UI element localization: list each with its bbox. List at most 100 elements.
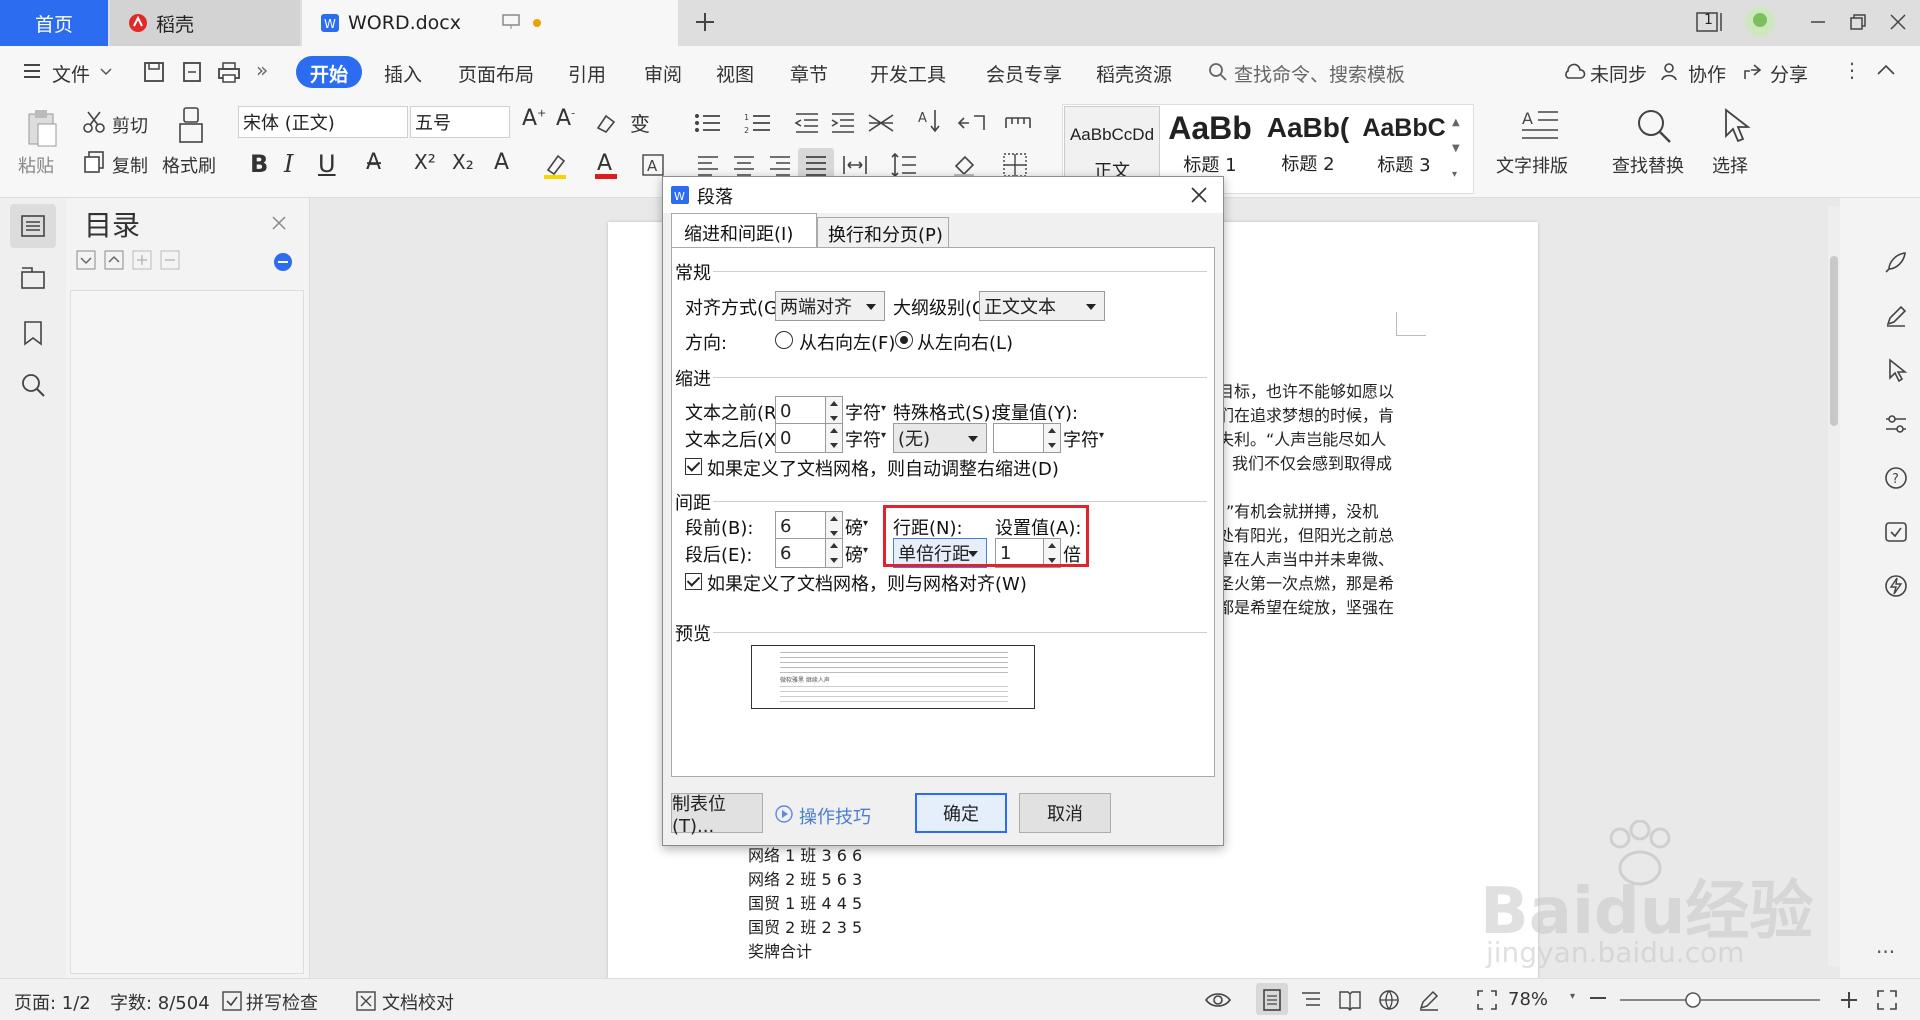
table-toolbar-icon[interactable] xyxy=(1004,112,1032,134)
tab-home[interactable]: 首页 xyxy=(0,0,108,46)
zoom-slider[interactable] xyxy=(1620,999,1820,1001)
grid-align-label[interactable]: 如果定义了文档网格，则与网格对齐(W) xyxy=(707,570,1027,596)
web-view-icon[interactable] xyxy=(1378,989,1400,1011)
after-text-spinner[interactable] xyxy=(825,423,843,453)
more-icon[interactable]: » xyxy=(256,58,268,82)
ltr-label[interactable]: 从左向右(L) xyxy=(917,329,1013,355)
space-after-input[interactable]: 6 xyxy=(775,538,827,568)
font-family-select[interactable]: 宋体 (正文) xyxy=(238,106,408,138)
collaborate-button[interactable]: 协作 xyxy=(1688,60,1726,87)
menu-insert[interactable]: 插入 xyxy=(384,60,422,87)
menu-member[interactable]: 会员专享 xyxy=(986,60,1062,87)
paste-icon[interactable] xyxy=(24,108,58,148)
sort-icon[interactable]: A xyxy=(918,108,942,134)
menu-reference[interactable]: 引用 xyxy=(568,60,606,87)
help-icon[interactable]: ? xyxy=(1884,466,1908,490)
avatar[interactable] xyxy=(1744,6,1776,38)
format-painter-icon[interactable] xyxy=(176,106,206,146)
menu-view[interactable]: 视图 xyxy=(716,60,754,87)
after-text-unit[interactable]: 字符 xyxy=(845,426,881,452)
shading-icon[interactable] xyxy=(952,152,980,178)
unit-dropdown-icon[interactable]: ▾ xyxy=(863,518,868,529)
format-painter-label[interactable]: 格式刷 xyxy=(162,152,216,178)
collapse-icon[interactable] xyxy=(104,250,124,270)
export-pdf-icon[interactable] xyxy=(180,60,204,84)
restore-icon[interactable] xyxy=(1848,12,1868,32)
before-text-unit[interactable]: 字符 xyxy=(845,399,881,425)
after-text-input[interactable]: 0 xyxy=(775,423,827,453)
vertical-scrollbar[interactable] xyxy=(1828,206,1840,966)
measure-spinner[interactable] xyxy=(1043,423,1061,453)
strikethrough-icon[interactable]: A̶ xyxy=(366,150,381,175)
find-replace-button[interactable]: 查找替换 xyxy=(1612,152,1684,178)
space-before-input[interactable]: 6 xyxy=(775,511,827,541)
shrink-font-icon[interactable]: A- xyxy=(556,106,575,131)
fit-page-icon[interactable] xyxy=(1476,989,1498,1011)
sliders-icon[interactable] xyxy=(1884,412,1908,436)
space-before-unit[interactable]: 磅 xyxy=(845,514,863,540)
zoom-in-icon[interactable] xyxy=(1840,991,1858,1009)
cancel-button[interactable]: 取消 xyxy=(1019,793,1111,833)
zoom-dropdown-icon[interactable]: ▾ xyxy=(1570,991,1575,1002)
paste-label[interactable]: 粘贴 xyxy=(18,152,54,178)
page-indicator[interactable]: 页面: 1/2 xyxy=(14,989,91,1015)
tab-line-page-break[interactable]: 换行和分页(P) xyxy=(817,217,949,247)
subscript-icon[interactable]: X₂ xyxy=(452,150,474,174)
bold-button[interactable]: B xyxy=(250,150,268,178)
superscript-icon[interactable]: X² xyxy=(414,150,436,174)
new-tab-icon[interactable] xyxy=(693,10,717,34)
cut-label[interactable]: 剪切 xyxy=(112,112,148,138)
menu-home[interactable]: 开始 xyxy=(310,60,348,87)
italic-button[interactable]: I xyxy=(284,150,293,178)
outline-level-select[interactable]: 正文文本 xyxy=(979,291,1105,321)
rtl-label[interactable]: 从右向左(F) xyxy=(799,329,895,355)
tab-daoke[interactable]: 稻壳 xyxy=(110,0,300,46)
font-color-icon[interactable]: A xyxy=(594,150,618,180)
review-icon[interactable] xyxy=(1884,520,1908,544)
scrollbar-thumb[interactable] xyxy=(1830,256,1838,426)
unit-dropdown-icon[interactable]: ▾ xyxy=(881,403,886,414)
styles-scroll-icon[interactable]: ▲ ▼ ▾ xyxy=(1452,110,1460,188)
chinese-layout-icon[interactable] xyxy=(866,112,896,134)
align-left-icon[interactable] xyxy=(696,154,720,176)
increase-indent-icon[interactable] xyxy=(830,112,856,134)
select-icon[interactable] xyxy=(1722,108,1752,144)
highlight-icon[interactable] xyxy=(542,152,568,180)
navigation-icon[interactable] xyxy=(20,266,46,290)
remove-heading-icon[interactable] xyxy=(160,250,180,270)
write-mode-icon[interactable] xyxy=(1418,989,1440,1011)
pinyin-icon[interactable]: 变 xyxy=(630,108,650,137)
menu-file[interactable]: 文件 xyxy=(52,60,90,87)
menu-daoke-resources[interactable]: 稻壳资源 xyxy=(1096,60,1172,87)
auto-indent-label[interactable]: 如果定义了文档网格，则自动调整右缩进(D) xyxy=(707,455,1059,481)
tabs-button[interactable]: 制表位(T)... xyxy=(671,793,763,837)
zoom-slider-handle[interactable] xyxy=(1684,991,1702,1009)
clear-format-icon[interactable] xyxy=(594,112,618,134)
before-text-spinner[interactable] xyxy=(825,396,843,426)
space-before-spinner[interactable] xyxy=(825,511,843,541)
spell-check-button[interactable]: 拼写检查 xyxy=(246,989,318,1015)
monitor-icon[interactable] xyxy=(502,14,520,30)
add-heading-icon[interactable] xyxy=(132,250,152,270)
save-icon[interactable] xyxy=(142,60,166,84)
print-icon[interactable] xyxy=(216,60,242,84)
unit-dropdown-icon[interactable]: ▾ xyxy=(881,430,886,441)
sync-status[interactable]: 未同步 xyxy=(1590,60,1647,87)
more-options-icon[interactable]: ⋮ xyxy=(1842,58,1862,82)
chevron-down-icon[interactable] xyxy=(100,68,112,76)
line-spacing-icon[interactable] xyxy=(890,152,918,178)
decrease-indent-icon[interactable] xyxy=(794,112,820,134)
style-heading-2[interactable]: AaBb( 标题 2 xyxy=(1260,106,1356,192)
align-center-icon[interactable] xyxy=(732,154,756,176)
grid-align-checkbox[interactable] xyxy=(685,573,702,590)
underline-button[interactable]: U xyxy=(318,150,336,178)
proofread-button[interactable]: 文档校对 xyxy=(382,989,454,1015)
fullscreen-icon[interactable] xyxy=(1876,989,1898,1011)
align-select[interactable]: 两端对齐 xyxy=(775,291,885,321)
pen-icon[interactable] xyxy=(1884,304,1908,328)
tips-link[interactable]: 操作技巧 xyxy=(799,803,871,829)
char-border-icon[interactable]: A xyxy=(642,154,664,176)
collapse-ribbon-icon[interactable] xyxy=(1876,64,1896,76)
cut-icon[interactable] xyxy=(82,110,106,134)
menu-page-layout[interactable]: 页面布局 xyxy=(458,60,534,87)
